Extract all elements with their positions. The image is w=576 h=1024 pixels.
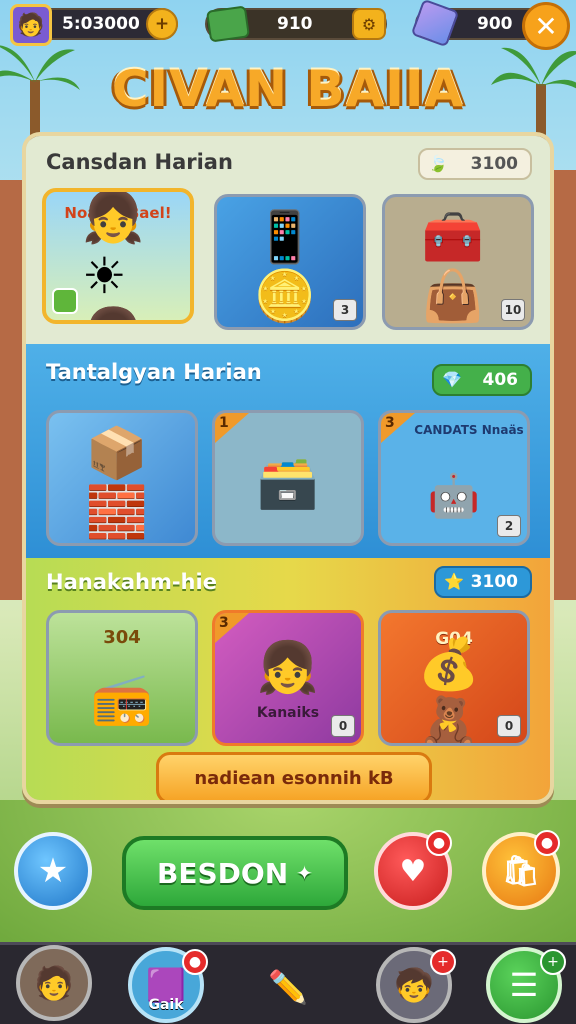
bonus-title: Hanakahm-hie <box>46 570 217 594</box>
gem-small-icon: 💎 <box>442 370 462 389</box>
plus-icon: + <box>154 14 170 34</box>
kids-sun-icon: 👧☀👧 <box>82 188 145 320</box>
bonus-section: Hanakahm-hie ⭐ 3100 304 📻 3 👧 Kanaiks 0 … <box>26 558 550 800</box>
daily-challenge-title: Tantalgyan Harian <box>46 360 262 384</box>
daily-rewards-title: Cansdan Harian <box>46 150 233 174</box>
star-icon: ★ <box>37 851 69 891</box>
chest-bag-icon: 🧰👜 <box>421 208 484 326</box>
phone-coin-icon: 📱🪙 <box>253 208 316 326</box>
leaf-icon: 🍃 <box>428 154 448 173</box>
card-corner: 3 <box>215 613 249 643</box>
add-friend-badge: + <box>430 949 456 975</box>
challenge-card-2[interactable]: 1 🗃️ <box>212 410 364 546</box>
reward-card-2[interactable]: 📱🪙 3 <box>214 194 366 330</box>
card-count: 0 <box>497 715 521 737</box>
cash-icon <box>205 5 251 43</box>
star-button[interactable]: ★ <box>14 832 92 910</box>
bonus-card-3[interactable]: G04 💰🧸 0 <box>378 610 530 746</box>
gems-value: 900 <box>477 14 513 34</box>
main-action-label: BESDON <box>157 856 289 890</box>
daily-rewards-badge: 🍃 3100 <box>418 148 532 180</box>
bonus-action-button[interactable]: nadiean esonnih kB <box>156 752 432 800</box>
reward-card-3[interactable]: 🧰👜 10 <box>382 194 534 330</box>
add-badge: + <box>540 949 566 975</box>
daily-rewards-section: Cansdan Harian 🍃 3100 Noaaik Bael! 👧☀👧 📱… <box>26 136 550 344</box>
heart-icon: ♥ <box>399 853 427 889</box>
card-count: 10 <box>501 299 525 321</box>
coins-value: 5:03000 <box>62 14 140 34</box>
card-count: 3 <box>333 299 357 321</box>
card-corner: 1 <box>215 413 249 443</box>
machine-icon: 🤖 <box>427 471 481 521</box>
nav-friend[interactable]: 🧒 + <box>376 947 456 1023</box>
shop-bag-button[interactable]: 🛍 ● <box>482 830 560 910</box>
badge-value: 3100 <box>470 154 518 174</box>
badge-value: 3100 <box>470 572 518 592</box>
menu-icon: ☰ <box>509 966 539 1004</box>
card-label: 304 <box>103 627 141 648</box>
nav-menu[interactable]: ☰ + <box>486 947 566 1023</box>
daily-challenge-badge: 💎 406 <box>432 364 532 396</box>
badge-value: 406 <box>482 370 519 390</box>
close-button[interactable]: ✕ <box>522 2 570 50</box>
bonus-card-2[interactable]: 3 👧 Kanaiks 0 <box>212 610 364 746</box>
add-cash-button[interactable]: ⚙ <box>352 8 386 40</box>
daily-challenge-section: Tantalgyan Harian 💎 406 📦🧱 1 🗃️ 3 CANDAT… <box>26 344 550 558</box>
crate-icon: 🗃️ <box>256 453 320 512</box>
rewards-panel: Cansdan Harian 🍃 3100 Noaaik Bael! 👧☀👧 📱… <box>22 132 554 804</box>
girl-face-icon: 👧 <box>256 638 320 697</box>
top-bar: 5:03000 🧑 + 910 ⚙ 900 ✕ <box>0 0 576 50</box>
face-icon: 🧑 <box>17 12 45 38</box>
profile-icon: 🧑 <box>34 964 74 1002</box>
card-count: 2 <box>497 515 521 537</box>
nav-edit[interactable]: ✏️ <box>250 949 326 1024</box>
card-label: CANDATS Nnaäs <box>414 423 524 437</box>
notification-badge: ● <box>182 949 208 975</box>
add-coins-button[interactable]: + <box>146 8 178 40</box>
bonus-card-1[interactable]: 304 📻 <box>46 610 198 746</box>
close-icon: ✕ <box>534 9 558 43</box>
friend-icon: 🧒 <box>394 966 434 1004</box>
cash-value: 910 <box>277 14 313 34</box>
main-action-button[interactable]: BESDON ✦ <box>122 836 348 910</box>
reward-card-1[interactable]: Noaaik Bael! 👧☀👧 <box>42 188 194 324</box>
radio-icon: 📻 <box>90 669 154 728</box>
blocks-icon: 📦🧱 <box>85 424 148 542</box>
notification-badge: ● <box>534 830 560 856</box>
nav-gaik[interactable]: 🟪 Gaik ● <box>128 947 208 1023</box>
cash-plus-icon: ⚙ <box>361 14 377 34</box>
star-icon: ⭐ <box>444 572 464 591</box>
nav-profile[interactable]: 🧑 <box>16 945 92 1021</box>
badge-icon <box>52 288 78 314</box>
heart-button[interactable]: ♥ ● <box>374 830 452 910</box>
bonus-badge: ⭐ 3100 <box>434 566 532 598</box>
notification-badge: ● <box>426 830 452 856</box>
arrow-icon: ✦ <box>296 861 313 885</box>
gold-bear-icon: 💰🧸 <box>417 634 480 746</box>
bag-icon: 🛍 <box>501 853 541 889</box>
bottom-navigation: 🧑 🟪 Gaik ● ✏️ 🧒 + ☰ + <box>0 942 576 1024</box>
challenge-card-1[interactable]: 📦🧱 <box>46 410 198 546</box>
nav-gaik-label: Gaik <box>148 997 184 1013</box>
player-avatar[interactable]: 🧑 <box>10 4 52 46</box>
page-title: CIVAN BAIIA <box>111 60 465 118</box>
pencil-icon: ✏️ <box>268 968 308 1006</box>
card-count: 0 <box>331 715 355 737</box>
challenge-card-3[interactable]: 3 CANDATS Nnaäs 🤖 2 <box>378 410 530 546</box>
